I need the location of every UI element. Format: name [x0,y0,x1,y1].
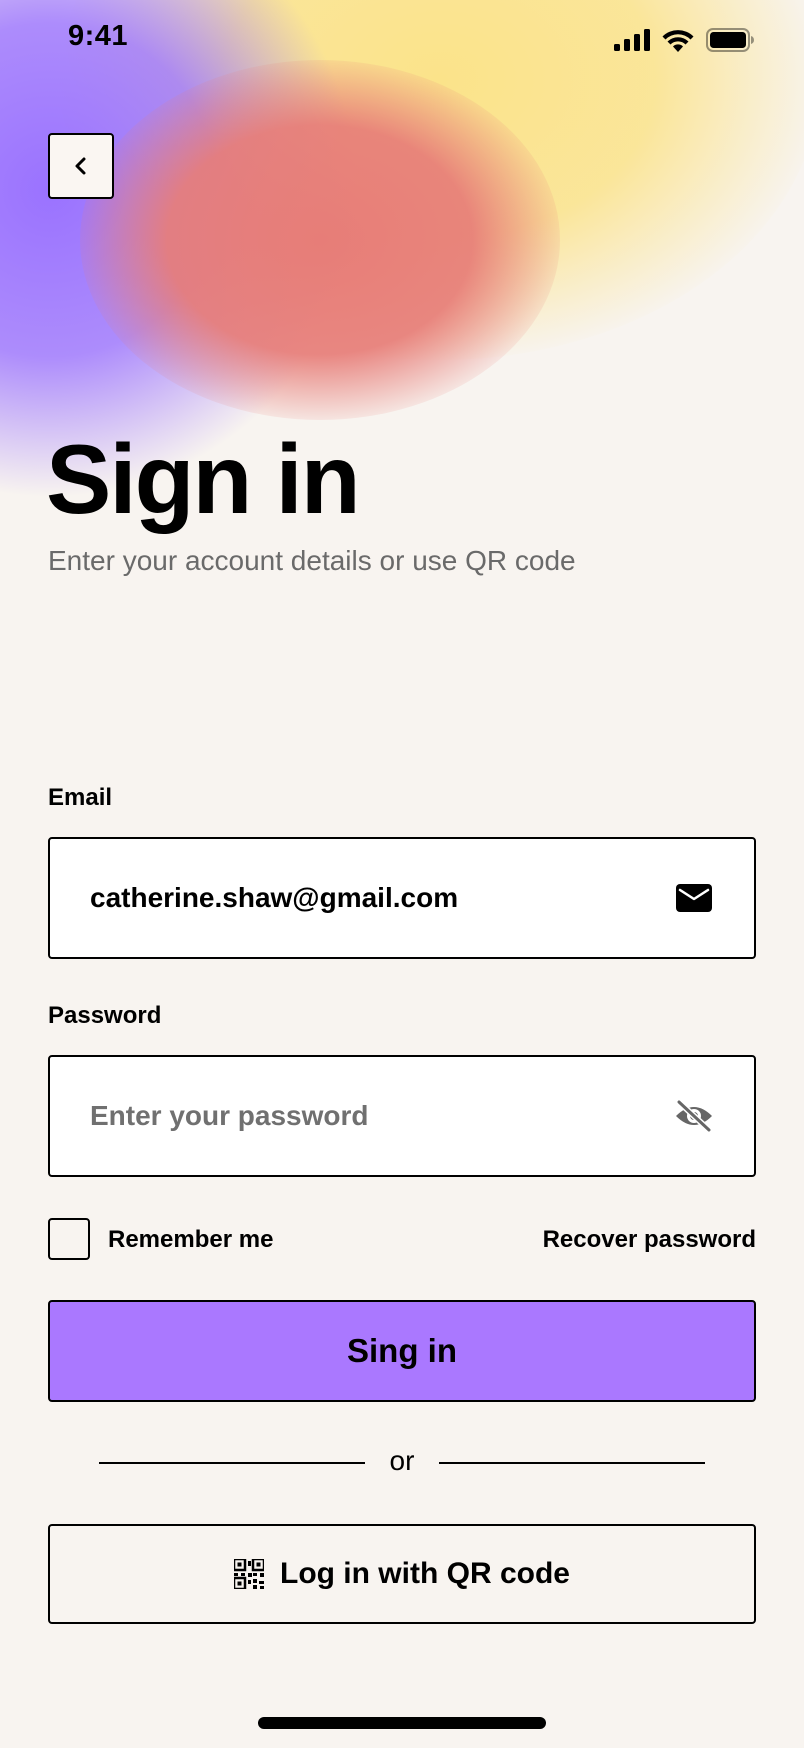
sign-in-button-label: Sing in [347,1332,457,1369]
status-icons [614,28,754,52]
mail-icon [674,878,714,918]
eye-off-icon[interactable] [674,1096,714,1136]
battery-icon [706,28,754,52]
email-field[interactable]: catherine.shaw@gmail.com [48,837,756,959]
qr-login-label: Log in with QR code [280,1557,570,1590]
password-label: Password [48,1002,162,1029]
back-button[interactable] [48,133,114,199]
status-time: 9:41 [68,20,129,52]
gradient-blob-red [80,60,560,420]
qr-code-icon [234,1559,264,1589]
wifi-icon [662,29,694,52]
or-divider: or [99,1445,705,1481]
recover-password-link[interactable]: Recover password [543,1226,756,1254]
divider-text: or [389,1445,415,1476]
home-indicator [258,1717,546,1729]
chevron-left-icon [75,157,86,175]
signal-icon [614,29,650,51]
remember-label[interactable]: Remember me [108,1226,273,1254]
remember-row: Remember me Recover password [48,1218,756,1260]
page-title: Sign in [46,424,361,534]
sign-in-button[interactable]: Sing in [48,1300,756,1402]
sign-in-screen: 9:41 Sign in Enter your account details … [0,0,804,1748]
password-field[interactable]: Enter your password [48,1055,756,1177]
password-placeholder[interactable]: Enter your password [90,1100,674,1132]
page-subtitle: Enter your account details or use QR cod… [48,545,576,576]
email-value[interactable]: catherine.shaw@gmail.com [90,882,674,914]
divider-line-right [439,1462,705,1464]
status-bar: 9:41 [0,0,804,80]
remember-checkbox[interactable] [48,1218,90,1260]
qr-login-button[interactable]: Log in with QR code [48,1524,756,1624]
email-label: Email [48,784,113,811]
